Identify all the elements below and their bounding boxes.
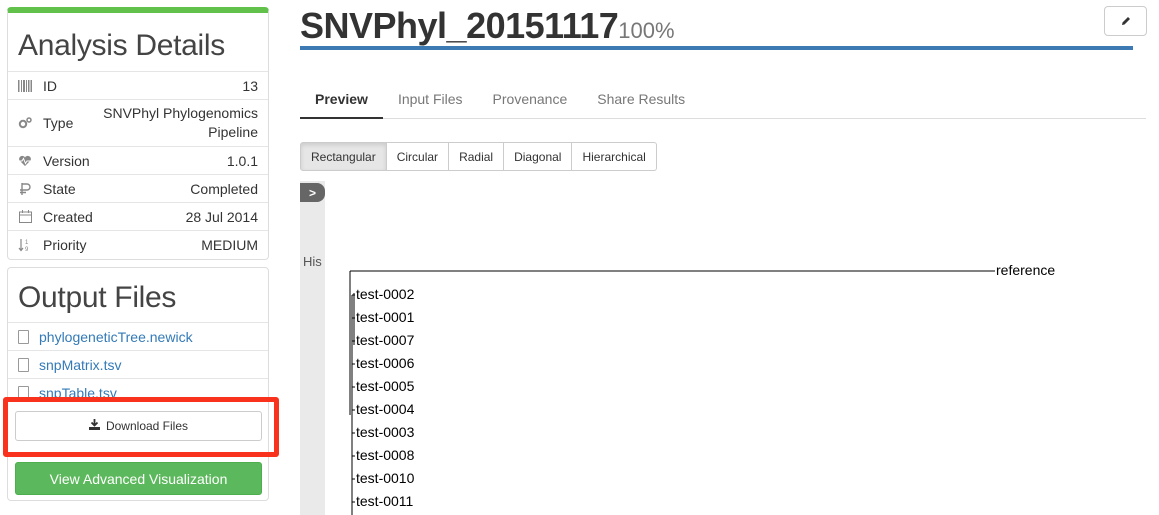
pencil-icon <box>1121 14 1131 29</box>
detail-label: ID <box>43 77 57 94</box>
view-advanced-visualization-button[interactable]: View Advanced Visualization <box>15 462 262 495</box>
history-sidebar <box>300 181 325 515</box>
tab-provenance[interactable]: Provenance <box>478 80 583 118</box>
layout-hierarchical-button[interactable]: Hierarchical <box>572 142 657 171</box>
tree-leaf-label: test-0008 <box>356 447 415 463</box>
download-files-label: Download Files <box>105 419 189 433</box>
tab-share-results[interactable]: Share Results <box>582 80 700 118</box>
file-link[interactable]: phylogeneticTree.newick <box>39 329 193 345</box>
layout-rectangular-button[interactable]: Rectangular <box>300 142 387 171</box>
detail-value: 1.0.1 <box>226 152 258 169</box>
tree-leaf-label: test-0005 <box>356 378 415 394</box>
detail-label: Created <box>43 208 93 225</box>
file-link[interactable]: snpTable.tsv <box>39 385 117 401</box>
calendar-icon <box>18 210 32 224</box>
tree-leaf-label: test-0006 <box>356 355 415 371</box>
detail-value: Completed <box>190 180 258 197</box>
output-files-title: Output Files <box>18 281 177 314</box>
analysis-details-panel: Analysis Details ID 13 Type SNVPhyl Phyl… <box>7 7 269 260</box>
file-icon <box>18 357 29 372</box>
edit-button[interactable] <box>1104 6 1147 36</box>
tab-input-files[interactable]: Input Files <box>383 80 478 118</box>
tab-preview[interactable]: Preview <box>300 80 383 119</box>
progress-percent: 100% <box>618 18 675 43</box>
tree-leaf-label: test-0001 <box>356 309 415 325</box>
tree-leaf-label: reference <box>996 262 1056 278</box>
barcode-icon <box>18 79 32 93</box>
detail-row-priority: 19 Priority MEDIUM <box>8 230 268 258</box>
detail-value: SNVPhyl Phylogenomics Pipeline <box>103 105 258 140</box>
tree-leaf-label: test-0002 <box>356 286 415 302</box>
detail-label: State <box>43 180 76 197</box>
history-label: His <box>303 254 322 269</box>
detail-value: 28 Jul 2014 <box>185 208 258 225</box>
phylogenetic-tree <box>349 270 995 515</box>
detail-value: 13 <box>242 77 258 94</box>
tree-leaf-label: test-0004 <box>356 401 415 417</box>
tree-leaf-label: test-0003 <box>356 424 415 440</box>
detail-row-state: State Completed <box>8 174 268 202</box>
layout-circular-button[interactable]: Circular <box>386 142 450 171</box>
page-header: SNVPhyl_20151117100% <box>300 6 1133 50</box>
detail-row-id: ID 13 <box>8 71 268 99</box>
heartbeat-icon <box>18 154 32 168</box>
page-title: SNVPhyl_20151117 <box>300 5 619 46</box>
file-item[interactable]: snpMatrix.tsv <box>8 350 268 378</box>
detail-row-created: Created 28 Jul 2014 <box>8 202 268 230</box>
analysis-details-title: Analysis Details <box>18 29 225 62</box>
history-toggle-button[interactable]: > <box>300 183 325 202</box>
file-icon <box>18 385 29 400</box>
state-icon <box>18 182 32 196</box>
svg-text:1: 1 <box>25 240 29 246</box>
detail-row-type: Type SNVPhyl Phylogenomics Pipeline <box>8 99 268 146</box>
file-item[interactable]: snpTable.tsv <box>8 378 268 406</box>
download-icon <box>88 419 100 433</box>
layout-radial-button[interactable]: Radial <box>449 142 505 171</box>
tree-leaf-label: test-0011 <box>356 493 414 509</box>
detail-row-version: Version 1.0.1 <box>8 146 268 174</box>
tree-leaf-label: test-0007 <box>356 332 415 348</box>
download-files-button[interactable]: Download Files <box>15 411 262 441</box>
result-tabs: Preview Input Files Provenance Share Res… <box>300 80 1146 119</box>
detail-label: Version <box>43 152 90 169</box>
layout-diagonal-button[interactable]: Diagonal <box>504 142 573 171</box>
tree-leaf-label: test-0010 <box>356 470 415 486</box>
svg-text:9: 9 <box>25 247 29 252</box>
detail-label: Type <box>43 115 74 131</box>
gears-icon <box>18 116 32 130</box>
file-link[interactable]: snpMatrix.tsv <box>39 357 121 373</box>
detail-label: Priority <box>43 236 87 253</box>
file-icon <box>18 329 29 344</box>
sort-numeric-icon: 19 <box>18 238 32 252</box>
detail-value: MEDIUM <box>201 236 258 253</box>
tree-layout-group: Rectangular Circular Radial Diagonal Hie… <box>300 142 657 171</box>
file-item[interactable]: phylogeneticTree.newick <box>8 322 268 350</box>
